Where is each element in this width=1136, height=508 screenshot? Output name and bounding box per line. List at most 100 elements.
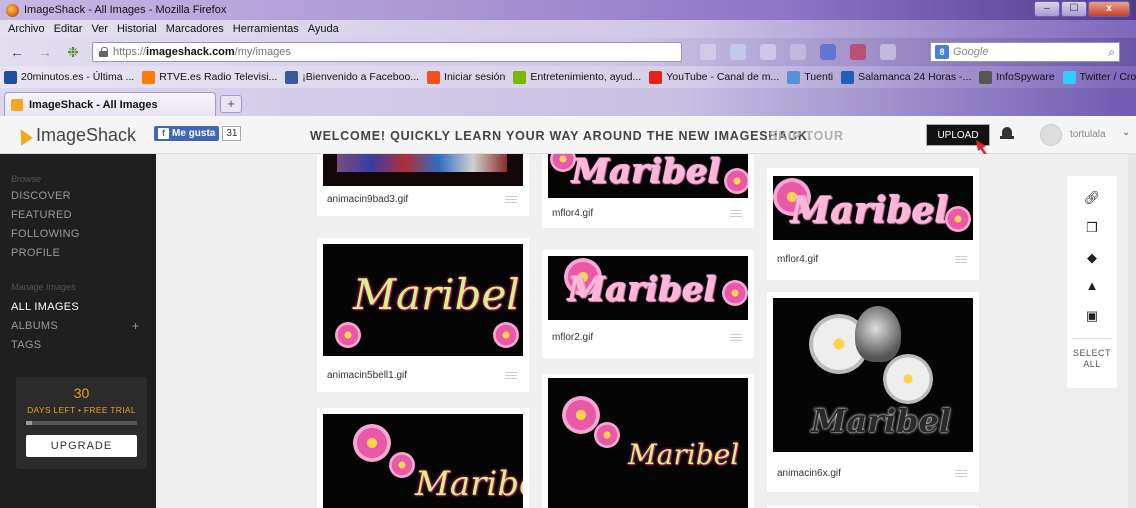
letter-blocks-graphic (337, 154, 507, 172)
select-all-button[interactable]: SELECT ALL (1067, 348, 1117, 370)
fb-like-button[interactable]: f Me gusta (154, 126, 220, 141)
menu-herramientas[interactable]: Herramientas (233, 23, 299, 35)
new-tab-button[interactable]: + (220, 95, 242, 113)
menu-icon[interactable] (505, 196, 517, 203)
bookmark-favicon-icon (649, 70, 663, 84)
imageshack-logo[interactable]: ImageShack (13, 125, 136, 146)
tag-icon[interactable]: ◆ (1082, 248, 1102, 268)
close-button[interactable]: x (1088, 1, 1130, 17)
menu-historial[interactable]: Historial (117, 23, 157, 35)
bookmark-star-icon[interactable] (700, 44, 716, 60)
image-text: Maribel (628, 438, 740, 471)
page-scrollbar[interactable] (1128, 154, 1136, 508)
lock-icon[interactable]: ▲ (1082, 276, 1102, 296)
image-text: Maribel (415, 464, 523, 504)
image-thumbnail[interactable]: Maribel (548, 154, 748, 198)
menu-icon[interactable] (505, 372, 517, 379)
minimize-button[interactable]: – (1034, 1, 1060, 17)
tab-favicon (11, 98, 23, 111)
fb-like-count: 31 (222, 126, 242, 141)
upgrade-button[interactable]: UPGRADE (26, 435, 137, 457)
image-thumbnail[interactable]: Maribel (548, 378, 748, 508)
maximize-button[interactable]: ☐ (1061, 1, 1087, 17)
facebook-like[interactable]: f Me gusta 31 (154, 126, 242, 141)
menu-icon[interactable] (730, 334, 742, 341)
reload-icon[interactable] (760, 44, 776, 60)
image-thumbnail[interactable]: Maribel (773, 176, 973, 240)
image-card[interactable]: Maribel animacin6x.gif (767, 292, 979, 492)
address-bar[interactable]: https:// imageshack.com /my/images (92, 42, 682, 62)
bookmark-item[interactable]: Iniciar sesión (427, 70, 505, 84)
flower-graphic (594, 422, 620, 448)
sidebar-item-all-images[interactable]: ALL IMAGES (11, 301, 79, 313)
image-card[interactable]: Maribel mflor2.gif (542, 250, 754, 358)
bookmark-favicon-icon (142, 70, 156, 84)
download-icon[interactable] (820, 44, 836, 60)
menu-icon[interactable] (955, 470, 967, 477)
fb-like-label: Me gusta (172, 128, 216, 139)
portrait-graphic (855, 306, 901, 362)
sidebar-item-tags[interactable]: TAGS (11, 339, 41, 351)
sidebar-item-discover[interactable]: DISCOVER (11, 190, 71, 202)
chevron-down-icon[interactable]: ⌄ (1122, 127, 1130, 138)
menu-ayuda[interactable]: Ayuda (308, 23, 339, 35)
flower-graphic (493, 322, 519, 348)
image-thumbnail[interactable]: Maribel (323, 414, 523, 508)
image-thumbnail[interactable]: Maribel (548, 256, 748, 320)
image-card[interactable]: Maribel mflor4.gif (542, 154, 754, 228)
forward-arrow-icon[interactable]: → (34, 42, 56, 62)
menu-editar[interactable]: Editar (54, 23, 83, 35)
search-engine-icon[interactable]: 8 (935, 45, 949, 59)
bookmark-item[interactable]: 20minutos.es - Última ... (4, 70, 134, 84)
bookmark-label: Entretenimiento, ayud... (530, 71, 642, 83)
avatar[interactable] (1040, 124, 1062, 146)
menu-icon[interactable] (730, 210, 742, 217)
search-box[interactable]: 8 Google ⌕ (930, 42, 1120, 62)
bookmark-favicon-icon (979, 70, 993, 84)
link-icon[interactable]: 🔗︎ (1082, 188, 1102, 208)
image-thumbnail[interactable]: Maribel (773, 298, 973, 452)
sidebar-item-profile[interactable]: PROFILE (11, 247, 60, 259)
sidebar-item-following[interactable]: FOLLOWING (11, 228, 80, 240)
username[interactable]: tortulala (1070, 129, 1106, 140)
bookmark-item[interactable]: RTVE.es Radio Televisi... (142, 70, 277, 84)
bookmark-item[interactable]: YouTube - Canal de m... (649, 70, 780, 84)
sidebar-item-featured[interactable]: FEATURED (11, 209, 72, 221)
site-header: ImageShack f Me gusta 31 WELCOME! QUICKL… (0, 116, 1136, 154)
menu-icon[interactable] (955, 256, 967, 263)
trash-icon[interactable]: ▣ (1082, 306, 1102, 326)
bookmark-item[interactable]: Twitter / Cronología (1062, 70, 1136, 84)
copy-icon[interactable]: ❐ (1082, 218, 1102, 238)
bookmark-item[interactable]: ¡Bienvenido a Faceboo... (285, 70, 419, 84)
menu-ver[interactable]: Ver (91, 23, 108, 35)
menu-archivo[interactable]: Archivo (8, 23, 45, 35)
image-thumbnail[interactable]: Maribel (323, 244, 523, 356)
site-identity-icon[interactable]: ❉ (62, 42, 84, 62)
image-card[interactable]: Maribel mflor4.gif (767, 168, 979, 280)
flower-graphic (389, 452, 415, 478)
menu-marcadores[interactable]: Marcadores (166, 23, 224, 35)
shield-icon[interactable] (790, 44, 806, 60)
bookmark-item[interactable]: Salamanca 24 Horas -... (841, 70, 971, 84)
save-icon[interactable] (850, 44, 866, 60)
image-card[interactable]: Maribel animacin5bell1.gif (317, 238, 529, 392)
trial-days-count: 30 (73, 385, 90, 401)
bookmark-favicon-icon (841, 70, 855, 84)
home-icon[interactable] (880, 44, 896, 60)
search-icon[interactable]: ⌕ (1108, 45, 1115, 60)
skip-tour-link[interactable]: SKIP TOUR (769, 129, 844, 143)
image-card[interactable]: Maribel (317, 408, 529, 508)
image-card[interactable]: animacin9bad3.gif (317, 154, 529, 216)
bookmark-item[interactable]: Entretenimiento, ayud... (513, 70, 642, 84)
bookmark-label: YouTube - Canal de m... (666, 71, 780, 83)
sidebar-item-albums[interactable]: ALBUMS (11, 320, 58, 332)
bookmark-favicon-icon (1062, 70, 1076, 84)
image-card[interactable]: Maribel (542, 374, 754, 508)
image-thumbnail[interactable] (323, 154, 523, 186)
bookmark-item[interactable]: Tuenti (787, 70, 833, 84)
back-arrow-icon[interactable]: ← (6, 42, 28, 62)
addon-icon[interactable] (730, 44, 746, 60)
tab-imageshack[interactable]: ImageShack - All Images (4, 92, 216, 116)
add-album-icon[interactable]: + (132, 319, 139, 333)
bookmark-item[interactable]: InfoSpyware (979, 70, 1055, 84)
